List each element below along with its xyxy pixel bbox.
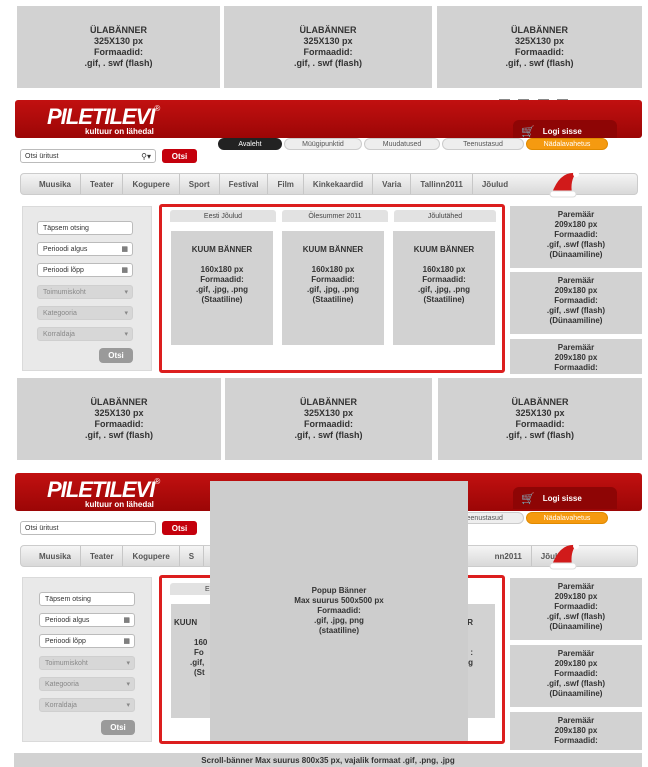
nav-muusika[interactable]: Muusika (21, 174, 82, 194)
santa-hat-icon (549, 171, 579, 198)
banner-size: 325X130 px (93, 36, 144, 46)
right-banner-2[interactable]: Paremäär 209x180 px Formaadid: .gif, .swf (… (510, 272, 642, 334)
top-banner-2[interactable]: ÜLABÄNNER 325X130 px Formaadid: .gif, . … (224, 6, 432, 88)
tab-nadalavahetus[interactable]: Nädalavahetus (526, 138, 608, 150)
banner-formats: .gif, . swf (flash) (84, 58, 153, 68)
banner-size: 325X130 px (514, 36, 565, 46)
form-submit-button[interactable]: Otsi (101, 720, 135, 735)
form-submit-button[interactable]: Otsi (99, 348, 133, 363)
banner-title: ÜLABÄNNER (90, 25, 147, 35)
nav-teater[interactable]: Teater (81, 546, 124, 566)
calendar-icon[interactable]: ▦ (121, 266, 128, 274)
category-select[interactable]: Kategooria ▾ (39, 677, 135, 691)
hot-banners-box: Eesti Jõulud Ölesummer 2011 Jõulutähed K… (159, 204, 505, 373)
login-button[interactable]: 🛒 Logi sisse (513, 487, 617, 509)
calendar-icon[interactable]: ▦ (123, 616, 130, 624)
chevron-down-icon: ▾ (124, 331, 128, 338)
nav-teater[interactable]: Teater (81, 174, 124, 194)
middle-banner-2[interactable]: ÜLABÄNNER 325X130 px Formaadid: .gif, . swf… (225, 378, 432, 460)
nav-tallinn2011[interactable]: nn2011 (486, 546, 532, 566)
search-input[interactable]: Otsi üritust ⚲▾ (20, 149, 156, 163)
venue-select[interactable]: Toimumiskoht ▾ (37, 285, 133, 299)
nav-tallinn2011[interactable]: Tallinn2011 (411, 174, 473, 194)
banner-format-label: Formaadid: (93, 47, 143, 57)
scroll-banner[interactable]: Scroll-bänner Max suurus 800x35 px, vaja… (14, 753, 642, 767)
calendar-icon[interactable]: ▦ (123, 637, 130, 645)
hot-card-1[interactable]: KUUM BÄNNER 160x180 px Formaadid: .gif, .j… (171, 231, 273, 345)
tab-teenustasud[interactable]: Teenustasud (442, 138, 524, 150)
banner-formats: .gif, . swf (flash) (505, 58, 574, 68)
chevron-down-icon: ▾ (126, 681, 130, 688)
hot-card-2[interactable]: KUUM BÄNNER 160x180 px Formaadid: .gif, .j… (282, 231, 384, 345)
banner-format-label: Formaadid: (303, 47, 353, 57)
nav-film[interactable]: Film (268, 174, 304, 194)
top-banner-3[interactable]: ÜLABÄNNER 325X130 px Formaadid: .gif, . … (437, 6, 642, 88)
banner-title: ÜLABÄNNER (511, 25, 568, 35)
top-banner-1[interactable]: ÜLABÄNNER 325X130 px Formaadid: .gif, . … (17, 6, 220, 88)
popup-banner[interactable]: Popup Bänner Max suurus 500x500 px Formaad… (210, 481, 468, 741)
organizer-select[interactable]: Korraldaja ▾ (37, 327, 133, 341)
venue-select[interactable]: Toimumiskoht ▾ (39, 656, 135, 670)
search-form-panel: Täpsem otsing Perioodi algus ▦ Perioodi l… (22, 577, 152, 742)
category-select[interactable]: Kategooria ▾ (37, 306, 133, 320)
chevron-down-icon: ▾ (126, 660, 130, 667)
hot-tab-3[interactable]: Jõulutähed (394, 210, 496, 222)
right-banner-3[interactable]: Paremäär 209x180 px Formaadid: (510, 712, 642, 750)
tagline: kultuur on lähedal (85, 127, 154, 136)
search-button[interactable]: Otsi (162, 521, 197, 535)
period-end-field[interactable]: Perioodi lõpp ▦ (39, 634, 135, 648)
banner-title: ÜLABÄNNER (299, 25, 357, 35)
nav-varia[interactable]: Varia (373, 174, 412, 194)
right-banner-1[interactable]: Paremäär 209x180 px Formaadid: .gif, .swf (… (510, 578, 642, 640)
nav-festival[interactable]: Festival (220, 174, 269, 194)
exact-search-field[interactable]: Täpsem otsing (39, 592, 135, 606)
category-nav: Muusika Teater Kogupere Sport Festival F… (20, 173, 638, 195)
login-button[interactable]: 🛒 Logi sisse (513, 120, 617, 138)
cart-icon: 🛒 (521, 492, 535, 505)
right-banner-2[interactable]: Paremäär 209x180 px Formaadid: .gif, .swf (… (510, 645, 642, 707)
nav-sport[interactable]: Sport (180, 174, 220, 194)
banner-formats: .gif, . swf (flash) (293, 58, 362, 68)
middle-banner-1[interactable]: ÜLABÄNNER 325X130 px Formaadid: .gif, . swf… (17, 378, 221, 460)
cart-icon: 🛒 (521, 125, 535, 138)
tagline: kultuur on lähedal (85, 500, 154, 509)
chevron-down-icon: ▾ (124, 310, 128, 317)
chevron-down-icon: ▾ (124, 289, 128, 296)
hot-tab-2[interactable]: Ölesummer 2011 (282, 210, 388, 222)
calendar-icon[interactable]: ▦ (121, 245, 128, 253)
search-form-panel: Täpsem otsing Perioodi algus ▦ Perioodi l… (22, 206, 152, 371)
right-banner-3[interactable]: Paremäär 209x180 px Formaadid: (510, 339, 642, 374)
period-end-field[interactable]: Perioodi lõpp ▦ (37, 263, 133, 277)
banner-size: 325X130 px (303, 36, 353, 46)
right-banner-1[interactable]: Paremäär 209x180 px Formaadid: .gif, .swf (… (510, 206, 642, 268)
exact-search-field[interactable]: Täpsem otsing (37, 221, 133, 235)
search-icon: ⚲▾ (141, 151, 151, 161)
chevron-down-icon: ▾ (126, 702, 130, 709)
period-start-field[interactable]: Perioodi algus ▦ (39, 613, 135, 627)
hot-tab-1[interactable]: Eesti Jõulud (170, 210, 276, 222)
tab-nadalavahetus[interactable]: Nädalavahetus (526, 512, 608, 524)
header-bar: PILETILEVI® kultuur on lähedal 🛒 Logi si… (15, 100, 642, 138)
nav-joulud[interactable]: Jõulud (473, 174, 517, 194)
nav-kogupere[interactable]: Kogupere (123, 546, 180, 566)
hot-card-3[interactable]: KUUM BÄNNER 160x180 px Formaadid: .gif, .j… (393, 231, 495, 345)
nav-kinkekaardid[interactable]: Kinkekaardid (304, 174, 374, 194)
middle-banner-3[interactable]: ÜLABÄNNER 325X130 px Formaadid: .gif, . swf… (438, 378, 642, 460)
search-button[interactable]: Otsi (162, 149, 197, 163)
nav-sport[interactable]: S (180, 546, 205, 566)
tab-avaleht[interactable]: Avaleht (218, 138, 282, 150)
nav-muusika[interactable]: Muusika (21, 546, 82, 566)
period-start-field[interactable]: Perioodi algus ▦ (37, 242, 133, 256)
nav-kogupere[interactable]: Kogupere (123, 174, 180, 194)
search-input[interactable]: Otsi üritust (20, 521, 156, 535)
banner-format-label: Formaadid: (514, 47, 564, 57)
organizer-select[interactable]: Korraldaja ▾ (39, 698, 135, 712)
santa-hat-icon (549, 543, 579, 570)
tab-muugipunktid[interactable]: Müügipunktid (284, 138, 362, 150)
tab-muudatused[interactable]: Muudatused (364, 138, 440, 150)
